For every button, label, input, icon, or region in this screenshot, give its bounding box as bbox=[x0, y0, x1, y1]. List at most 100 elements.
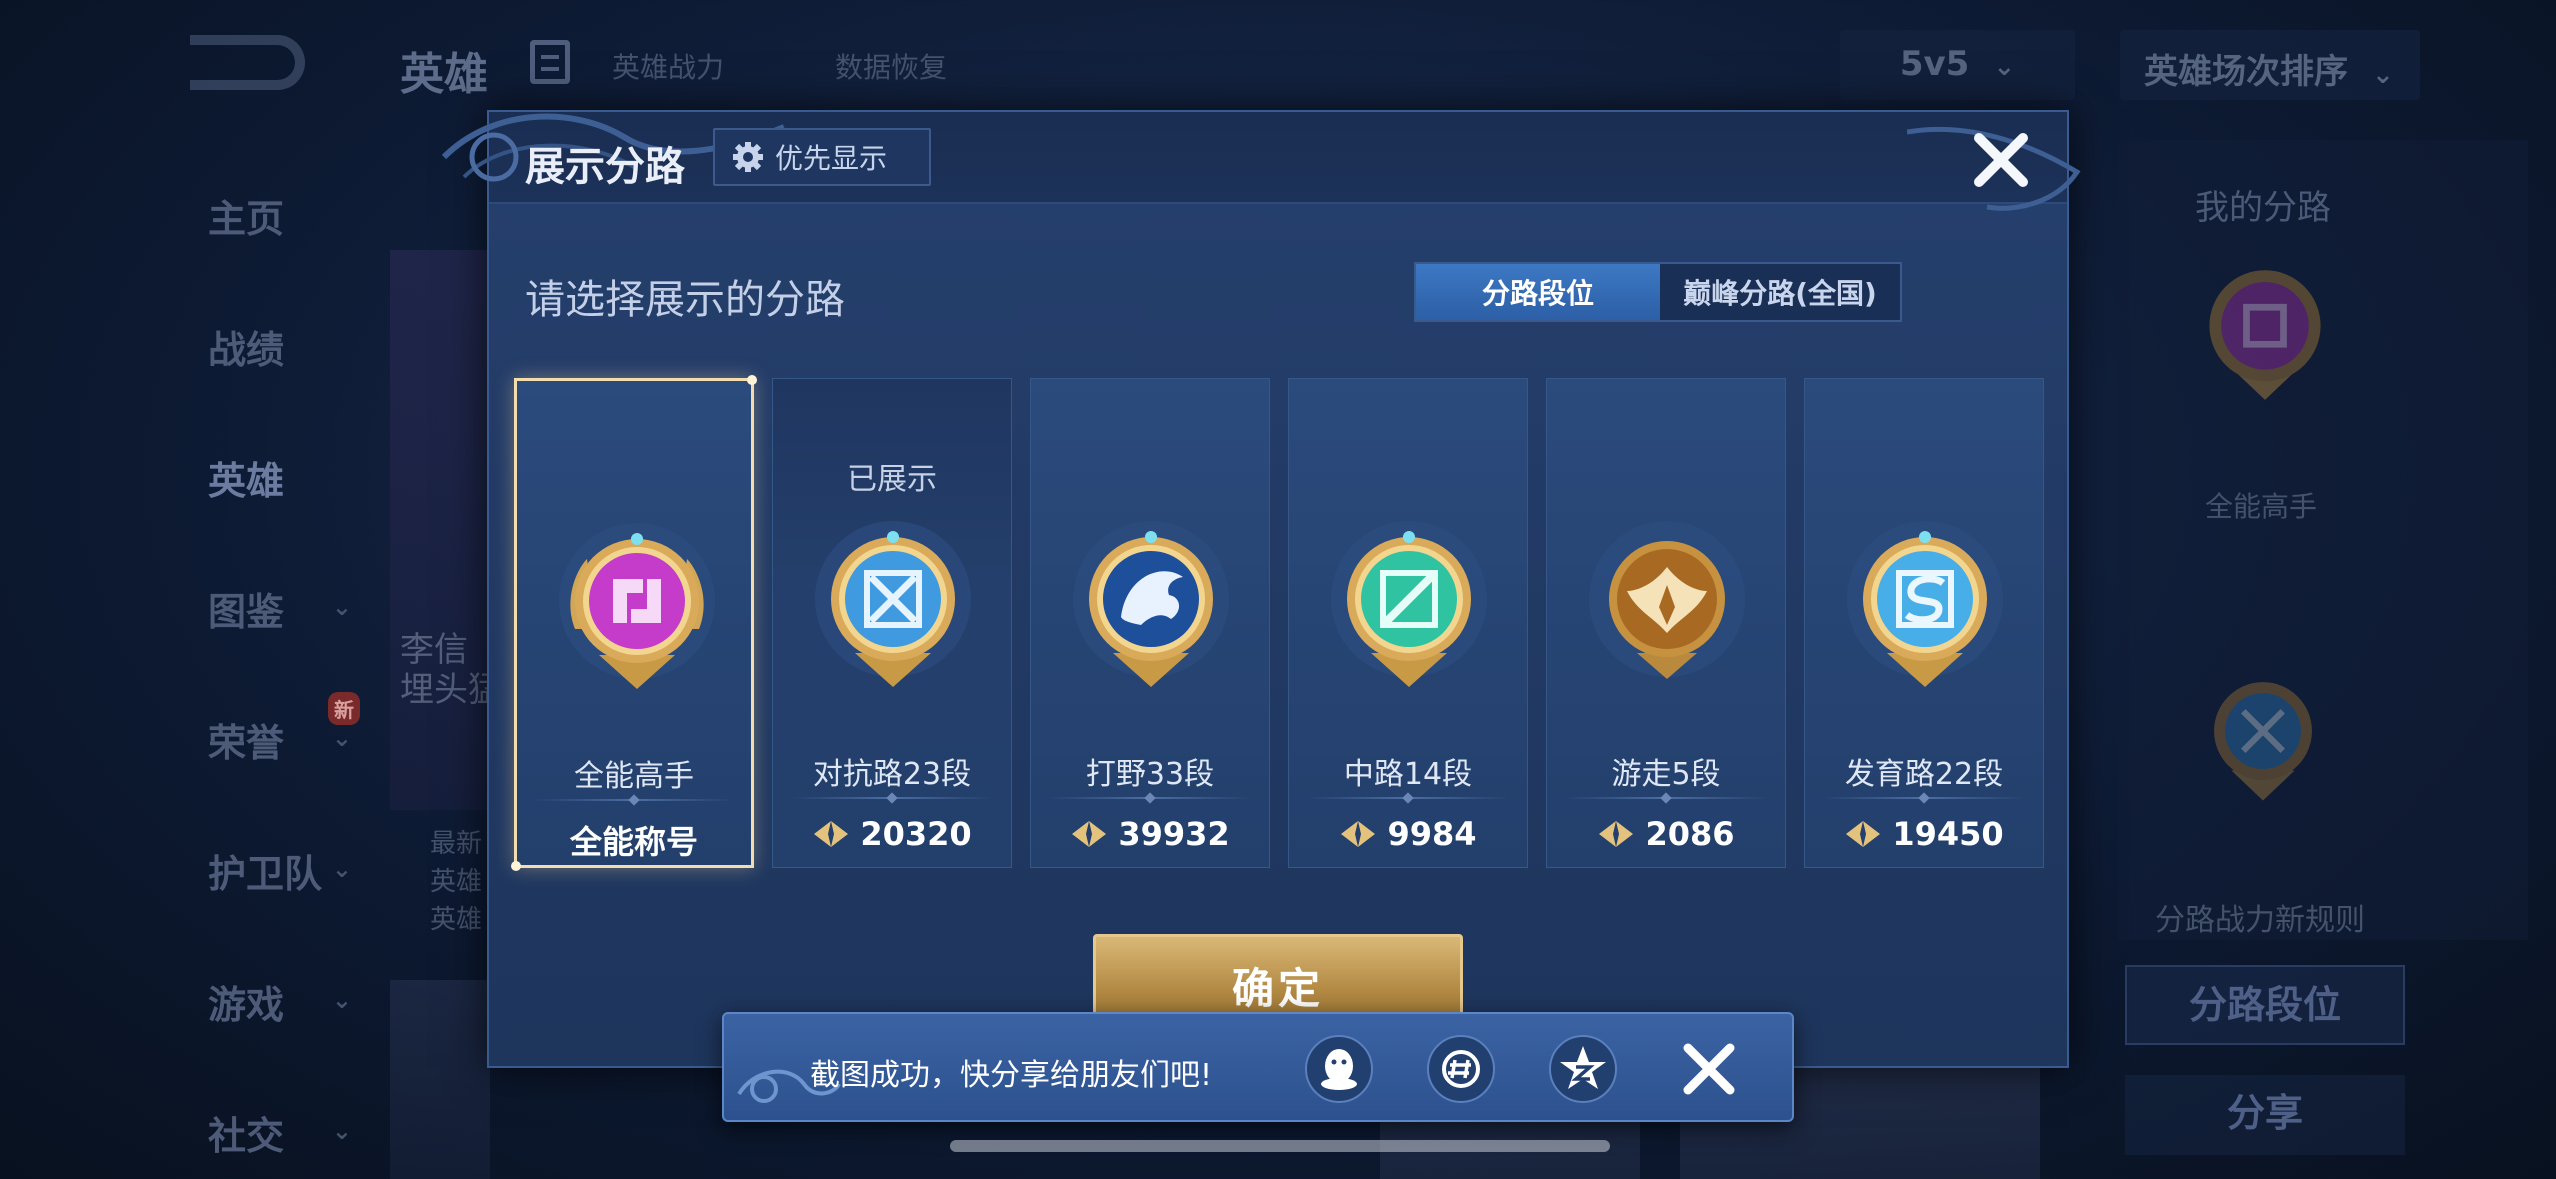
sidebar-item-label: 战绩 bbox=[208, 328, 285, 372]
card-divider bbox=[1565, 797, 1767, 799]
lane-card-farm[interactable]: 发育路22段 19450 bbox=[1804, 378, 2044, 868]
lane-card-name: 游走5段 bbox=[1611, 757, 1721, 792]
lane-card-status: 已展示 bbox=[847, 462, 937, 497]
sidebar: 主页 战绩 英雄 图鉴 ⌄ 荣誉新 ⌄ 护卫队 ⌄ 游戏 ⌄ 社交 ⌄ bbox=[170, 150, 370, 1179]
lane-power-icon bbox=[1599, 821, 1634, 847]
lane-card-name: 对抗路23段 bbox=[812, 757, 972, 792]
info-line: 英雄 bbox=[430, 867, 483, 897]
jungle-emblem-icon bbox=[1073, 521, 1229, 687]
lane-power-rule-link[interactable]: 分路战力新规则 bbox=[2155, 895, 2365, 939]
info-line: 英雄 bbox=[430, 905, 483, 935]
list-icon[interactable] bbox=[530, 40, 570, 84]
chevron-down-icon: ⌄ bbox=[2372, 60, 2394, 90]
lane-card-footer: 9984 bbox=[1289, 815, 1527, 853]
lane-card-footer: 全能称号 bbox=[517, 817, 751, 863]
home-indicator[interactable] bbox=[950, 1140, 1610, 1152]
sidebar-item-honor[interactable]: 荣誉 新 ⌄ bbox=[170, 674, 370, 805]
card-divider bbox=[791, 797, 993, 799]
lane-card-footer-text: 全能称号 bbox=[569, 823, 698, 861]
lane-card-name: 中路14段 bbox=[1343, 757, 1473, 792]
gear-icon bbox=[733, 142, 763, 172]
lane-card-footer: 39932 bbox=[1031, 815, 1269, 853]
corner-dot bbox=[747, 375, 757, 385]
lane-card-footer: 19450 bbox=[1805, 815, 2043, 853]
my-lane-emblem-name: 全能高手 bbox=[2205, 490, 2318, 523]
mode-select-value: 5v5 bbox=[1899, 44, 1970, 84]
mode-select[interactable]: 5v5 ⌄ bbox=[1840, 30, 2075, 100]
clash-lane-emblem-icon bbox=[2214, 682, 2312, 801]
farm-lane-emblem-icon bbox=[1847, 521, 2003, 687]
back-icon[interactable] bbox=[190, 35, 305, 90]
close-icon[interactable] bbox=[1678, 1038, 1740, 1100]
all-rounder-emblem-icon bbox=[559, 523, 715, 689]
new-badge: 新 bbox=[328, 692, 360, 725]
share-button[interactable]: 分享 bbox=[2125, 1075, 2405, 1155]
priority-display-label: 优先显示 bbox=[775, 142, 888, 175]
tab-lane-rank[interactable]: 分路段位 bbox=[1416, 264, 1660, 320]
lane-power-icon bbox=[814, 821, 849, 847]
sidebar-item-games[interactable]: 游戏 ⌄ bbox=[170, 936, 370, 1067]
close-icon[interactable] bbox=[1971, 130, 2031, 190]
lane-card-footer: 2086 bbox=[1547, 815, 1785, 853]
chevron-down-icon: ⌄ bbox=[1993, 52, 2016, 82]
lane-tabs: 分路段位 巅峰分路(全国) bbox=[1414, 262, 1902, 322]
sidebar-item-label: 图鉴 bbox=[208, 590, 285, 634]
hero-card-image[interactable] bbox=[390, 980, 490, 1179]
lane-card-clash[interactable]: 已展示 对抗路23段 20320 bbox=[772, 378, 1012, 868]
hero-power-link[interactable]: 英雄战力 bbox=[612, 46, 724, 86]
lane-card-name: 发育路22段 bbox=[1844, 757, 2004, 792]
display-lane-dialog: 展示分路 优先显示 请选择展示的分路 分路段位 巅峰分路(全国) 全能高手 全能… bbox=[441, 110, 2081, 1068]
all-rounder-emblem-icon bbox=[2209, 270, 2321, 400]
lane-card-name: 打野33段 bbox=[1085, 757, 1215, 792]
chevron-down-icon: ⌄ bbox=[331, 593, 352, 621]
sidebar-item-heroes[interactable]: 英雄 bbox=[170, 412, 370, 543]
screenshot-share-toast: 截图成功，快分享给朋友们吧! bbox=[722, 1012, 1794, 1122]
sidebar-item-social[interactable]: 社交 ⌄ bbox=[170, 1067, 370, 1179]
lane-card-name: 全能高手 bbox=[574, 759, 694, 794]
tab-peak-lane[interactable]: 巅峰分路(全国) bbox=[1660, 264, 1900, 320]
clash-lane-emblem-icon bbox=[815, 521, 971, 687]
sidebar-item-label: 荣誉 bbox=[208, 721, 285, 765]
lane-card-roam[interactable]: 游走5段 2086 bbox=[1546, 378, 1786, 868]
data-restore-link[interactable]: 数据恢复 bbox=[835, 46, 947, 86]
card-divider bbox=[1823, 797, 2025, 799]
dialog-subtitle: 请选择展示的分路 bbox=[525, 277, 845, 323]
sidebar-item-records[interactable]: 战绩 bbox=[170, 281, 370, 412]
lane-card-jungle[interactable]: 打野33段 39932 bbox=[1030, 378, 1270, 868]
lane-card-all-rounder[interactable]: 全能高手 全能称号 bbox=[511, 375, 757, 871]
sidebar-item-label: 英雄 bbox=[208, 459, 285, 503]
chevron-down-icon: ⌄ bbox=[331, 724, 352, 752]
lane-card-score: 19450 bbox=[1892, 815, 2004, 853]
lane-power-icon bbox=[1341, 821, 1376, 847]
info-line: 最新 bbox=[430, 829, 483, 859]
card-divider bbox=[535, 799, 733, 801]
sidebar-item-label: 游戏 bbox=[208, 983, 285, 1027]
my-lanes-title: 我的分路 bbox=[2195, 188, 2331, 228]
chevron-down-icon: ⌄ bbox=[331, 855, 352, 883]
card-divider bbox=[1049, 797, 1251, 799]
lane-card-score: 2086 bbox=[1645, 815, 1735, 853]
dialog-title: 展示分路 bbox=[525, 144, 685, 190]
sort-select-value: 英雄场次排序 bbox=[2144, 52, 2348, 92]
page-title: 英雄 bbox=[400, 49, 488, 100]
sort-select[interactable]: 英雄场次排序 ⌄ bbox=[2120, 30, 2420, 100]
lane-card-list: 全能高手 全能称号 已展示 对抗路23段 20320 打野33段 39932 中… bbox=[511, 375, 2054, 871]
sidebar-item-label: 护卫队 bbox=[208, 852, 323, 896]
chevron-down-icon: ⌄ bbox=[331, 1117, 352, 1145]
priority-display-button[interactable]: 优先显示 bbox=[713, 128, 931, 186]
sidebar-item-guard-team[interactable]: 护卫队 ⌄ bbox=[170, 805, 370, 936]
lane-power-icon bbox=[1846, 821, 1881, 847]
wechat-moments-icon[interactable] bbox=[1426, 1034, 1496, 1104]
qq-icon[interactable] bbox=[1304, 1034, 1374, 1104]
lane-card-score: 39932 bbox=[1118, 815, 1230, 853]
roam-emblem-icon bbox=[1589, 521, 1745, 679]
sidebar-item-home[interactable]: 主页 bbox=[170, 150, 370, 281]
card-divider bbox=[1307, 797, 1509, 799]
lane-power-icon bbox=[1072, 821, 1107, 847]
sidebar-item-codex[interactable]: 图鉴 ⌄ bbox=[170, 543, 370, 674]
lane-rank-button[interactable]: 分路段位 bbox=[2125, 965, 2405, 1045]
hero-card-image[interactable] bbox=[390, 250, 490, 810]
lane-card-mid[interactable]: 中路14段 9984 bbox=[1288, 378, 1528, 868]
qzone-icon[interactable] bbox=[1548, 1034, 1618, 1104]
sidebar-item-label: 主页 bbox=[208, 197, 285, 241]
